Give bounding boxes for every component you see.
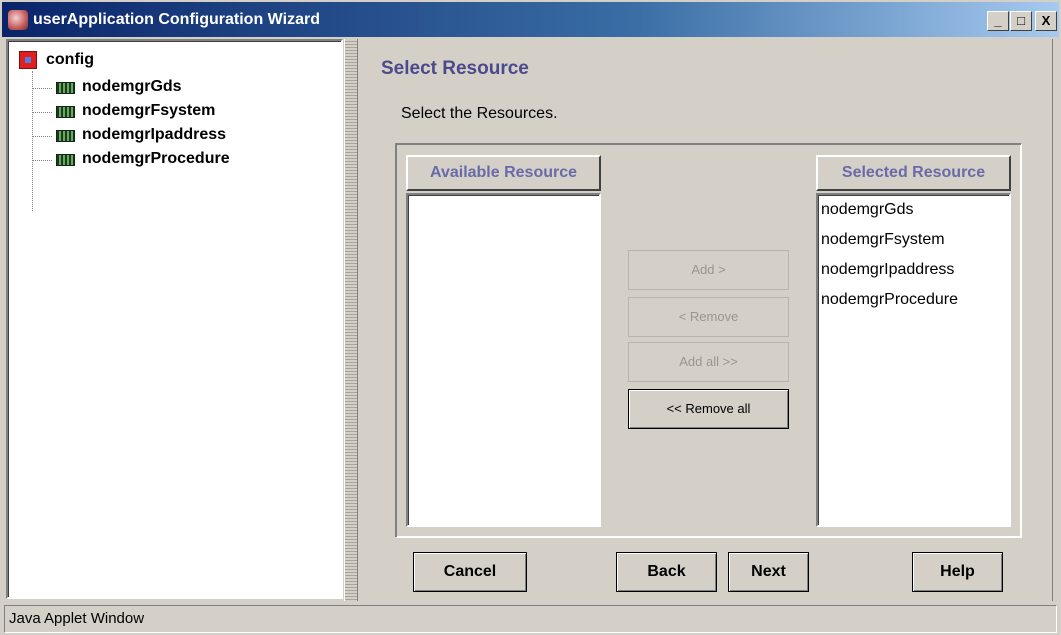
available-resource-header: Available Resource (406, 155, 601, 191)
resource-icon (56, 154, 75, 166)
page-title: Select Resource (381, 58, 529, 79)
add-all-button[interactable]: Add all >> (628, 342, 789, 382)
title-bar[interactable]: userApplication Configuration Wizard _ □… (0, 0, 1061, 37)
resource-icon (56, 82, 75, 94)
close-icon: X (1041, 13, 1051, 28)
remove-all-button[interactable]: << Remove all (628, 389, 789, 429)
minimize-icon: _ (994, 13, 1002, 28)
help-button[interactable]: Help (912, 552, 1003, 592)
tree-root-config[interactable]: config (46, 51, 94, 69)
tree-item-label: nodemgrIpaddress (82, 126, 227, 143)
instruction-text: Select the Resources. (401, 105, 558, 122)
app-icon (8, 10, 28, 30)
tree-item-nodemgrprocedure[interactable]: nodemgrProcedure (32, 149, 342, 173)
selected-resource-list[interactable]: nodemgrGds nodemgrFsystem nodemgrIpaddre… (816, 193, 1011, 527)
tree-item-label: nodemgrProcedure (82, 150, 230, 167)
tree-item-label: nodemgrFsystem (82, 102, 216, 119)
list-item[interactable]: nodemgrProcedure (821, 291, 958, 309)
back-button[interactable]: Back (616, 552, 717, 592)
tree-item-nodemgrfsystem[interactable]: nodemgrFsystem (32, 101, 342, 125)
list-item[interactable]: nodemgrFsystem (821, 231, 945, 249)
list-item[interactable]: nodemgrGds (821, 201, 914, 219)
tree-item-nodemgrgds[interactable]: nodemgrGds (32, 77, 342, 101)
remove-button[interactable]: < Remove (628, 297, 789, 337)
resource-tree[interactable]: config nodemgrGds nodemgrFsystem nodemgr… (6, 39, 343, 599)
list-item[interactable]: nodemgrIpaddress (821, 261, 954, 279)
status-bar: Java Applet Window (4, 605, 1057, 633)
maximize-icon: □ (1017, 13, 1025, 28)
tree-item-nodemgripaddress[interactable]: nodemgrIpaddress (32, 125, 342, 149)
maximize-button[interactable]: □ (1010, 11, 1032, 31)
close-button[interactable]: X (1035, 11, 1057, 31)
panel-border (1052, 39, 1056, 601)
panel-splitter[interactable] (344, 39, 358, 601)
window-title: userApplication Configuration Wizard (33, 11, 320, 28)
resource-icon (56, 106, 75, 118)
cancel-button[interactable]: Cancel (413, 552, 527, 592)
resource-icon (56, 130, 75, 142)
next-button[interactable]: Next (728, 552, 809, 592)
tree-item-label: nodemgrGds (82, 78, 182, 95)
minimize-button[interactable]: _ (987, 11, 1009, 31)
selected-resource-header: Selected Resource (816, 155, 1011, 191)
available-resource-list[interactable] (406, 193, 601, 527)
add-button[interactable]: Add > (628, 250, 789, 290)
config-folder-icon (19, 51, 37, 69)
